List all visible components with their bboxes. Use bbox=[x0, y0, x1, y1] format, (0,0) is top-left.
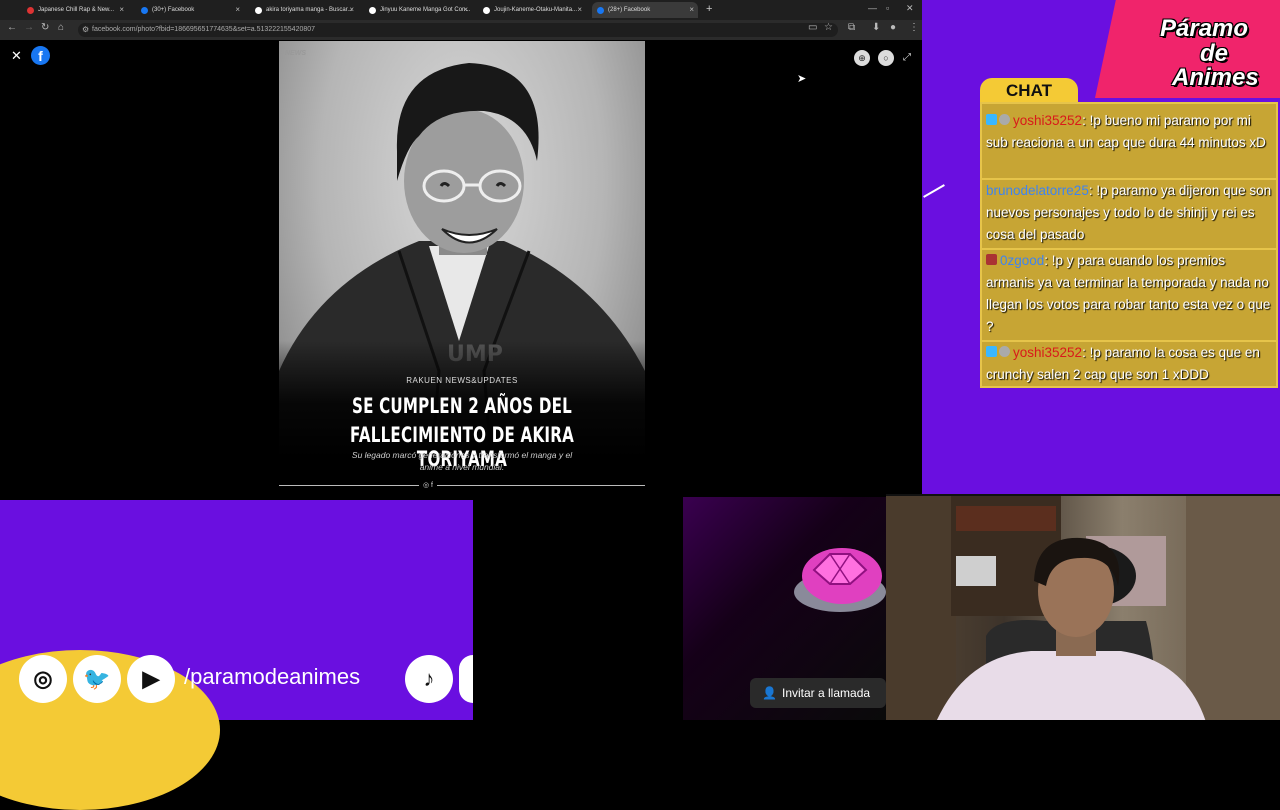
facebook-icon bbox=[141, 7, 148, 14]
tab-label: Jinyuu Kaneme Manga Got Con... bbox=[380, 7, 471, 13]
chat-message: 0zgood: !p y para cuando los premios arm… bbox=[984, 248, 1276, 340]
post-social-icons: ◎ f bbox=[419, 481, 437, 489]
page-icon bbox=[483, 7, 490, 14]
close-tab-icon[interactable]: × bbox=[463, 5, 468, 14]
chat-username: brunodelatorre25 bbox=[986, 183, 1089, 198]
chat-message: yoshi35252: !p paramo la cosa es que en … bbox=[984, 340, 1276, 388]
streamer-camera-image bbox=[886, 496, 1280, 720]
tab-bar: Japanese Chill Rap & New... × (30+) Face… bbox=[0, 0, 922, 20]
close-tab-icon[interactable]: × bbox=[235, 5, 240, 14]
bookmark-star-icon[interactable]: ☆ bbox=[824, 22, 833, 33]
caption-gradient bbox=[279, 341, 645, 497]
extensions-icon[interactable]: ⧉ bbox=[848, 22, 855, 33]
post-image[interactable]: UMP NEWS RAKUEN NEWS&UPDATES SE CUMPLEN … bbox=[279, 41, 645, 497]
user-badge-icon bbox=[999, 346, 1010, 357]
chat-username: yoshi35252 bbox=[1013, 345, 1083, 360]
channel-logo-line1: Páramo bbox=[1160, 15, 1249, 42]
twitter-icon: 🐦 bbox=[73, 655, 121, 703]
invite-label: Invitar a llamada bbox=[782, 686, 871, 700]
chat-header: CHAT bbox=[980, 78, 1078, 102]
tab-facebook-active[interactable]: (28+) Facebook × bbox=[592, 2, 698, 18]
chat-username: 0zgood bbox=[1000, 253, 1045, 268]
close-window-icon[interactable]: ✕ bbox=[906, 3, 914, 14]
facebook-logo-icon[interactable]: f bbox=[31, 46, 50, 65]
zoom-out-icon[interactable]: ○ bbox=[878, 50, 894, 66]
downloads-icon[interactable]: ⬇ bbox=[872, 22, 880, 33]
subscriber-badge-icon bbox=[986, 114, 997, 125]
back-icon[interactable]: ← bbox=[7, 22, 17, 33]
youtube-icon bbox=[27, 7, 34, 14]
tab-manga-1[interactable]: Jinyuu Kaneme Manga Got Con... × bbox=[364, 2, 472, 18]
page-icon bbox=[369, 7, 376, 14]
post-source: RAKUEN NEWS&UPDATES bbox=[406, 376, 518, 385]
tab-label: Japanese Chill Rap & New... bbox=[38, 7, 115, 13]
invite-to-call-button[interactable]: 👤 Invitar a llamada bbox=[750, 678, 886, 708]
home-icon[interactable]: ⌂ bbox=[58, 22, 64, 33]
screen-cast-icon[interactable]: ▭ bbox=[808, 22, 817, 33]
tiktok-icon: ♪ bbox=[405, 655, 453, 703]
post-headline-line1: SE CUMPLEN 2 AÑOS DEL bbox=[351, 394, 573, 418]
zoom-in-icon[interactable]: ⊕ bbox=[854, 50, 870, 66]
subscriber-badge-icon bbox=[986, 346, 997, 357]
fullscreen-icon[interactable]: ⤢ bbox=[903, 52, 911, 63]
news-tag: NEWS bbox=[285, 50, 306, 57]
chat-username: yoshi35252 bbox=[1013, 113, 1083, 128]
tab-google-search[interactable]: akira toriyama manga - Buscar... × bbox=[250, 2, 358, 18]
maximize-icon[interactable]: ▫ bbox=[886, 3, 889, 13]
tab-facebook-1[interactable]: (30+) Facebook × bbox=[136, 2, 244, 18]
menu-icon[interactable]: ⋮ bbox=[909, 22, 919, 33]
divider bbox=[279, 485, 645, 486]
browser-window: Japanese Chill Rap & New... × (30+) Face… bbox=[0, 0, 922, 498]
add-user-icon: 👤 bbox=[762, 686, 777, 700]
chat-message: brunodelatorre25: !p paramo ya dijeron q… bbox=[984, 178, 1276, 248]
social-handle: /paramodeanimes bbox=[184, 664, 361, 689]
tab-manga-2[interactable]: Joujin-Kaneme-Otaku-Manita... × bbox=[478, 2, 586, 18]
tab-label: akira toriyama manga - Buscar... bbox=[266, 7, 353, 13]
minimize-icon[interactable]: — bbox=[868, 3, 877, 13]
tab-chill-rap[interactable]: Japanese Chill Rap & New... × bbox=[22, 2, 128, 18]
close-tab-icon[interactable]: × bbox=[349, 5, 354, 14]
youtube-icon: ▶ bbox=[127, 655, 175, 703]
turtle-shell-icon bbox=[794, 548, 886, 612]
post-subtitle-line2: anime a nivel mundial. bbox=[419, 462, 505, 472]
chat-panel: yoshi35252: !p bueno mi paramo por mi su… bbox=[980, 102, 1278, 388]
profile-icon[interactable]: ● bbox=[890, 22, 896, 33]
reload-icon[interactable]: ↻ bbox=[41, 22, 49, 33]
user-badge-icon bbox=[999, 114, 1010, 125]
tab-label: (30+) Facebook bbox=[152, 7, 195, 13]
more-social-icon bbox=[459, 655, 473, 703]
webcam-feed bbox=[886, 494, 1280, 720]
close-tab-icon[interactable]: × bbox=[577, 5, 582, 14]
address-bar[interactable]: ⚙ facebook.com/photo?fbid=18669565177463… bbox=[78, 23, 838, 37]
close-tab-icon[interactable]: × bbox=[689, 5, 694, 14]
forward-icon[interactable]: → bbox=[24, 22, 34, 33]
channel-logo-line3: Animes bbox=[1172, 64, 1259, 91]
new-tab-icon[interactable]: + bbox=[706, 3, 712, 15]
url-text: facebook.com/photo?fbid=186695651774635&… bbox=[92, 26, 316, 33]
site-info-icon[interactable]: ⚙ bbox=[82, 25, 89, 34]
tab-label: Joujin-Kaneme-Otaku-Manita... bbox=[494, 7, 578, 13]
facebook-icon bbox=[597, 7, 604, 14]
close-tab-icon[interactable]: × bbox=[119, 5, 124, 14]
instagram-icon: ◎ bbox=[19, 655, 67, 703]
tab-label: (28+) Facebook bbox=[608, 7, 651, 13]
close-viewer-icon[interactable]: ✕ bbox=[11, 48, 22, 64]
post-subtitle-line1: Su legado marcó generaciones y transform… bbox=[351, 450, 573, 460]
mouse-cursor-icon: ➤ bbox=[797, 73, 807, 85]
chat-message: yoshi35252: !p bueno mi paramo por mi su… bbox=[984, 108, 1276, 156]
user-badge-icon bbox=[986, 254, 997, 265]
google-icon bbox=[255, 7, 262, 14]
